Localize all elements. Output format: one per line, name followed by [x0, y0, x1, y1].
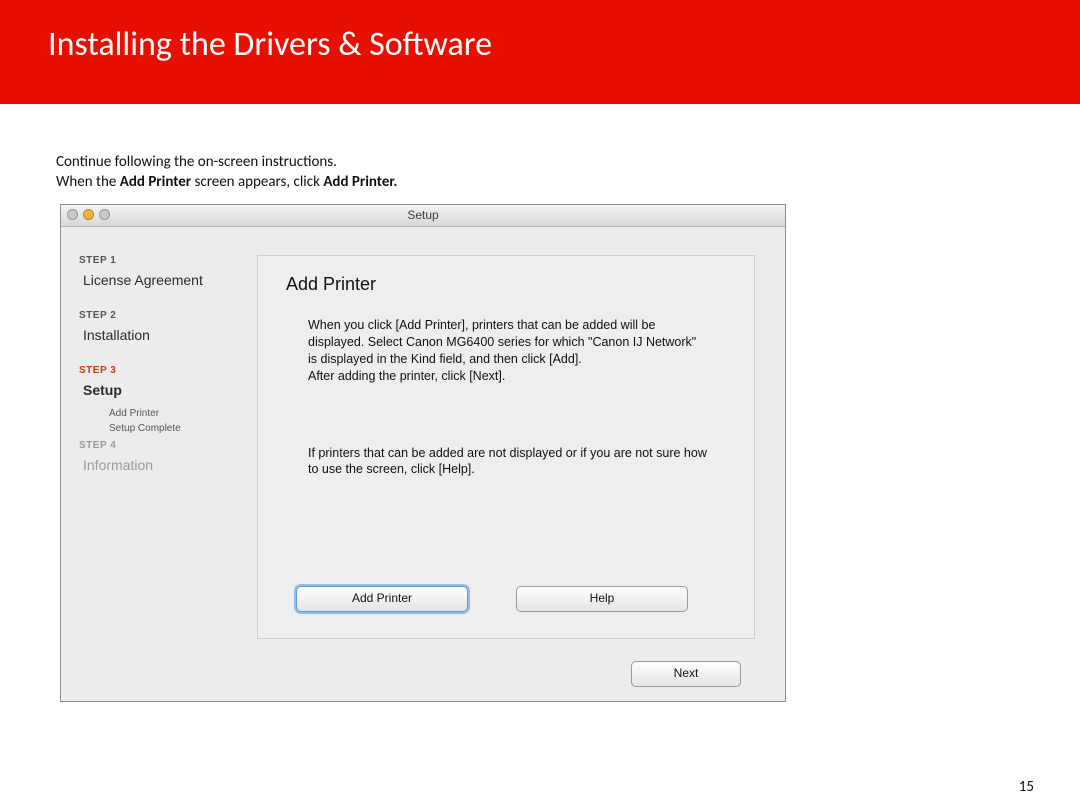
next-button[interactable]: Next	[631, 661, 741, 687]
main-panel: Add Printer When you click [Add Printer]…	[257, 227, 785, 701]
instruction-line-1: Continue following the on-screen instruc…	[56, 152, 1080, 172]
step1-item: License Agreement	[83, 272, 257, 288]
substep-setup-complete: Setup Complete	[109, 423, 257, 434]
step2-item: Installation	[83, 327, 257, 343]
page-number: 15	[1019, 778, 1034, 796]
zoom-icon[interactable]	[99, 209, 110, 220]
content-para-1: When you click [Add Printer], printers t…	[308, 317, 708, 385]
content-heading: Add Printer	[286, 274, 726, 295]
step3-substeps: Add Printer Setup Complete	[109, 408, 257, 434]
step2-label: STEP 2	[79, 310, 257, 321]
minimize-icon[interactable]	[83, 209, 94, 220]
content-para-2: If printers that can be added are not di…	[308, 445, 708, 479]
page-title: Installing the Drivers & Software	[48, 24, 1080, 65]
content-box: Add Printer When you click [Add Printer]…	[257, 255, 755, 639]
step3-label: STEP 3	[79, 365, 257, 376]
substep-add-printer: Add Printer	[109, 408, 257, 419]
help-button[interactable]: Help	[516, 586, 688, 612]
close-icon[interactable]	[67, 209, 78, 220]
traffic-lights	[67, 209, 110, 220]
banner: Installing the Drivers & Software	[0, 0, 1080, 104]
instruction-line-2: When the Add Printer screen appears, cli…	[56, 172, 1080, 192]
button-row: Add Printer Help	[296, 586, 688, 612]
step1-label: STEP 1	[79, 255, 257, 266]
instructions: Continue following the on-screen instruc…	[0, 104, 1080, 193]
sidebar: STEP 1 License Agreement STEP 2 Installa…	[61, 227, 257, 701]
step3-item: Setup	[83, 382, 257, 398]
window-titlebar: Setup	[61, 205, 785, 227]
window-title: Setup	[407, 208, 438, 222]
step4-label: STEP 4	[79, 440, 257, 451]
add-printer-button[interactable]: Add Printer	[296, 586, 468, 612]
setup-window: Setup STEP 1 License Agreement STEP 2 In…	[60, 204, 786, 702]
step4-item: Information	[83, 457, 257, 473]
